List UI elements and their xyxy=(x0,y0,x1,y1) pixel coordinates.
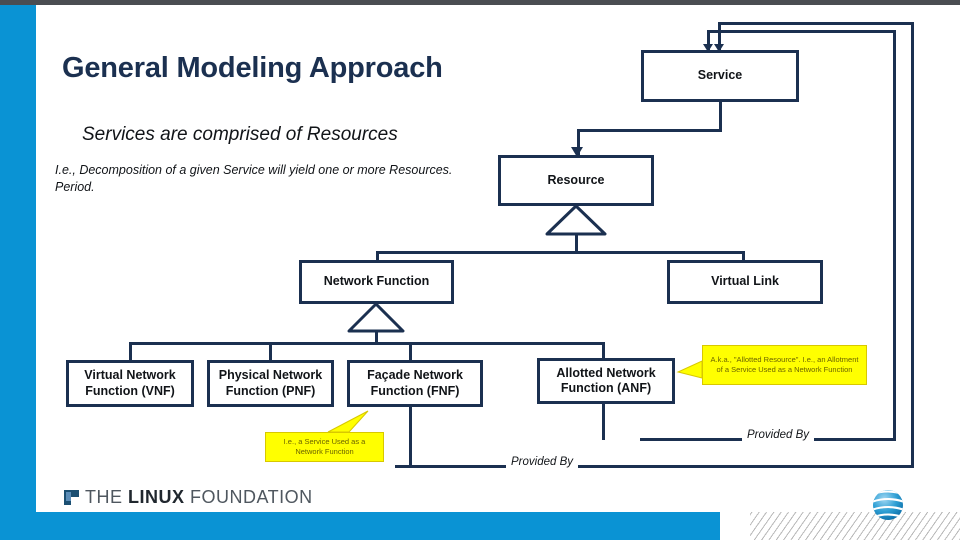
uml-box-fnf-line2: Function (FNF) xyxy=(370,383,460,398)
edge-label-anf-provided-by: Provided By xyxy=(742,429,815,441)
uml-box-pnf-label: Physical Network Function (PNF) xyxy=(215,368,327,399)
page-title: General Modeling Approach xyxy=(62,52,443,84)
callout-fnf-tail xyxy=(327,410,369,433)
edge-service-loop-inner-right xyxy=(893,30,896,438)
uml-box-vnf-line1: Virtual Network xyxy=(84,368,176,383)
edge-branch-to-pnf xyxy=(269,342,272,360)
callout-fnf-text: I.e., a Service Used as a Network Functi… xyxy=(283,436,366,457)
edge-resource-triangle-stem xyxy=(575,206,578,218)
lf-word-the: THE xyxy=(85,487,129,507)
uml-box-virtual-link-label: Virtual Link xyxy=(711,274,779,289)
page-subtitle: Services are comprised of Resources xyxy=(82,124,398,145)
edge-branch-to-vnf xyxy=(129,342,132,360)
edge-resource-branch-bar xyxy=(376,251,745,254)
uml-box-anf[interactable]: Allotted Network Function (ANF) xyxy=(537,358,675,404)
uml-box-network-function-label: Network Function xyxy=(323,274,430,289)
edge-fnf-down xyxy=(409,400,412,467)
callout-fnf: I.e., a Service Used as a Network Functi… xyxy=(265,432,384,462)
edge-nf-triangle-stem xyxy=(375,304,378,315)
edge-anf-down xyxy=(602,402,605,440)
uml-box-service-label: Service xyxy=(697,68,743,83)
uml-box-fnf-line1: Façade Network xyxy=(367,368,463,383)
edge-service-loop-outer-right xyxy=(911,22,914,468)
callout-anf-tail xyxy=(676,360,703,379)
page-body-text: I.e., Decomposition of a given Service w… xyxy=(55,163,453,194)
uml-box-network-function[interactable]: Network Function xyxy=(299,260,454,304)
uml-box-vnf-label: Virtual Network Function (VNF) xyxy=(80,368,179,399)
edge-nf-branch-bar xyxy=(129,342,604,345)
att-globe-icon xyxy=(873,490,903,520)
lf-word-linux: LINUX xyxy=(128,487,185,507)
callout-anf: A.k.a., "Allotted Resource". I.e., an Al… xyxy=(702,345,867,385)
uml-box-anf-line1: Allotted Network xyxy=(556,365,656,380)
callout-anf-text: A.k.a., "Allotted Resource". I.e., an Al… xyxy=(710,354,859,375)
edge-service-loop-inner-top xyxy=(707,30,896,33)
top-accent-strip xyxy=(0,0,960,5)
linux-foundation-mark-icon xyxy=(64,490,79,505)
uml-box-pnf-line1: Physical Network xyxy=(218,368,323,383)
uml-box-service[interactable]: Service xyxy=(641,50,799,102)
uml-box-fnf-label: Façade Network Function (FNF) xyxy=(363,368,467,399)
uml-box-anf-line2: Function (ANF) xyxy=(560,381,652,395)
uml-box-pnf-line2: Function (PNF) xyxy=(225,383,316,398)
bottom-blue-band xyxy=(0,512,720,540)
edge-service-loop-inner-drop xyxy=(707,30,710,50)
edge-service-to-resource-v1 xyxy=(719,102,722,132)
edge-fnf-provided-by-h xyxy=(395,465,914,468)
edge-service-to-resource-v2 xyxy=(577,129,580,155)
linux-foundation-logo: THE LINUX FOUNDATION xyxy=(64,487,313,508)
uml-box-pnf[interactable]: Physical Network Function (PNF) xyxy=(207,360,334,407)
uml-box-fnf[interactable]: Façade Network Function (FNF) xyxy=(347,360,483,407)
edge-service-to-resource-h xyxy=(577,129,722,132)
diagonal-hatch-decoration xyxy=(750,512,960,540)
edge-service-loop-outer-drop xyxy=(718,22,721,50)
edge-branch-to-fnf xyxy=(409,342,412,360)
uml-box-vnf-line2: Function (VNF) xyxy=(85,383,175,398)
uml-box-resource-label: Resource xyxy=(547,172,605,187)
uml-box-virtual-link[interactable]: Virtual Link xyxy=(667,260,823,304)
lf-word-foundation: FOUNDATION xyxy=(184,487,313,507)
edge-label-fnf-provided-by: Provided By xyxy=(506,456,579,468)
edge-service-loop-outer-top xyxy=(718,22,914,25)
uml-box-vnf[interactable]: Virtual Network Function (VNF) xyxy=(66,360,194,407)
uml-box-resource[interactable]: Resource xyxy=(498,155,654,206)
slide-canvas: General Modeling Approach Services are c… xyxy=(0,0,960,540)
linux-foundation-wordmark: THE LINUX FOUNDATION xyxy=(85,487,313,508)
left-blue-sidebar xyxy=(0,5,36,523)
uml-box-anf-label: Allotted Network Function (ANF) xyxy=(552,366,659,397)
